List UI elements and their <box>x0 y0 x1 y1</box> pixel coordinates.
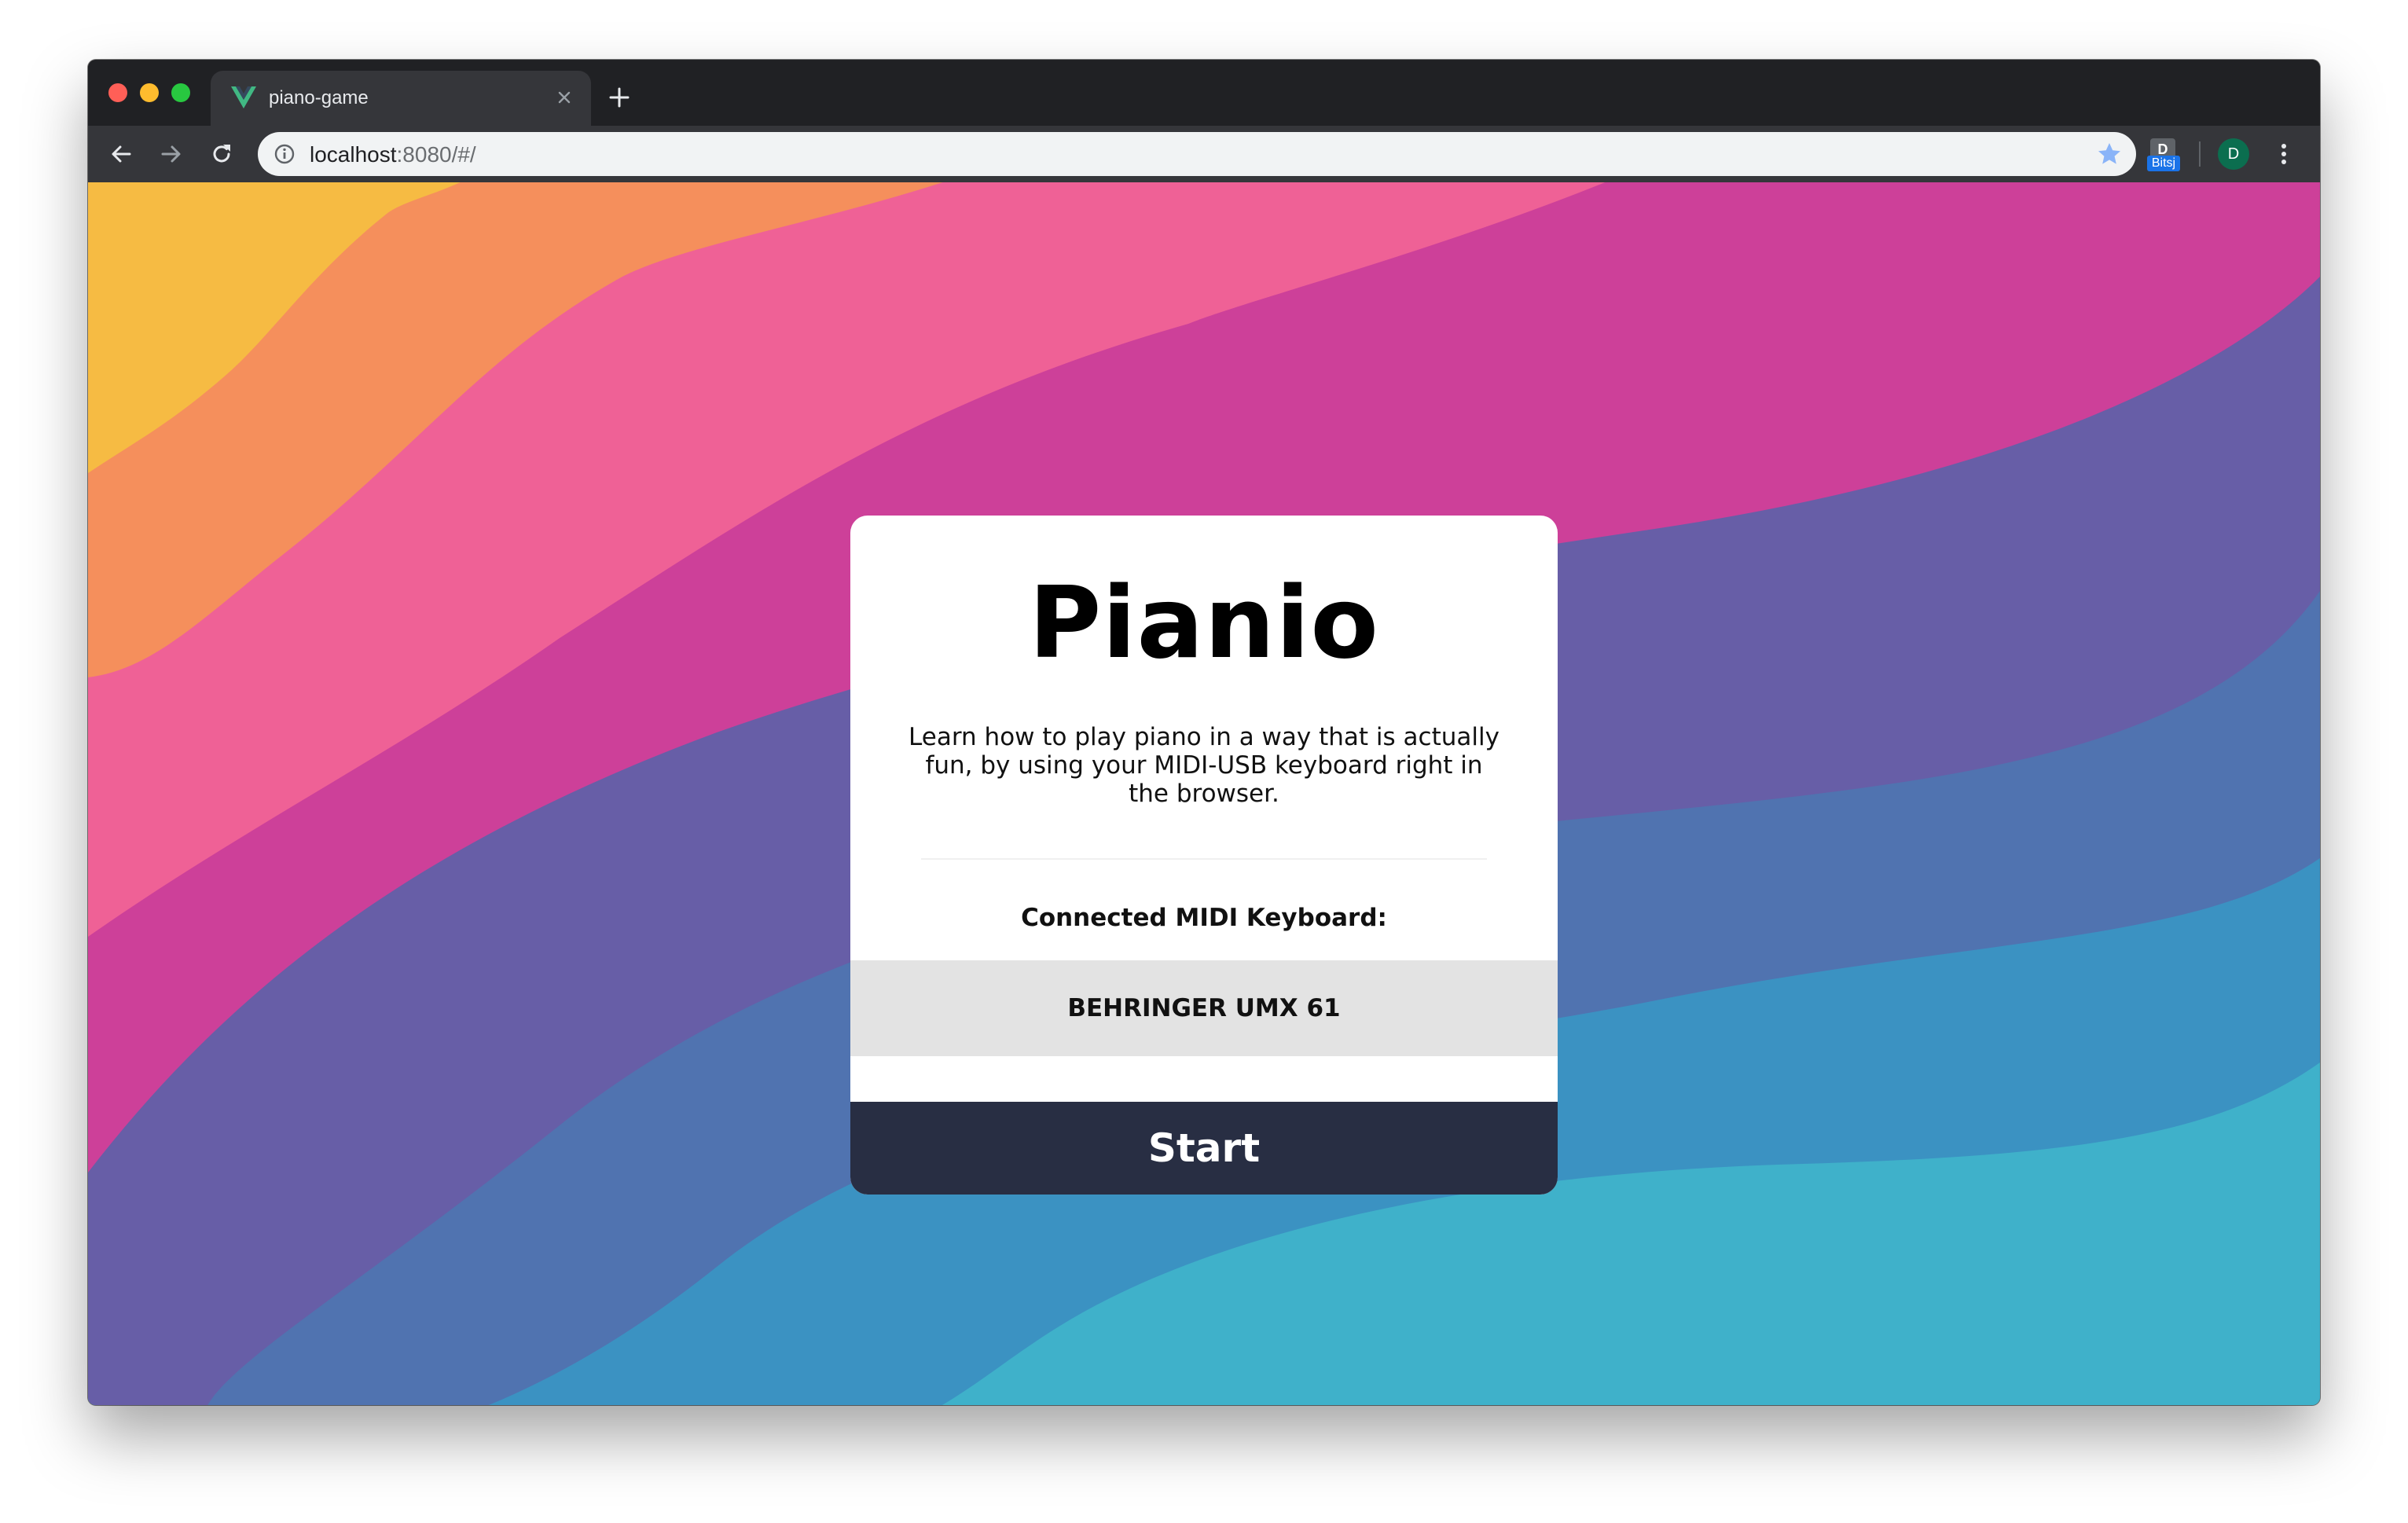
kebab-menu-icon[interactable] <box>2268 138 2300 170</box>
app-title: Pianio <box>1028 565 1379 681</box>
svg-text:D: D <box>2158 141 2168 157</box>
address-bar[interactable]: localhost:8080/#/ <box>258 132 2136 176</box>
site-info-icon[interactable] <box>273 143 295 165</box>
tab-close-icon[interactable] <box>552 85 577 110</box>
close-window-button[interactable] <box>108 83 127 102</box>
zoom-window-button[interactable] <box>171 83 190 102</box>
new-tab-plus-icon[interactable] <box>604 82 635 113</box>
welcome-card: Pianio Learn how to play piano in a way … <box>850 516 1558 1195</box>
browser-window: piano-game localhost:8080/#/ D Bitsj D P… <box>88 60 2320 1405</box>
toolbar-divider <box>2199 141 2201 167</box>
url-path: :8080/#/ <box>396 142 476 167</box>
midi-keyboard-label: Connected MIDI Keyboard: <box>1021 904 1387 932</box>
url-text[interactable]: localhost:8080/#/ <box>310 142 476 167</box>
minimize-window-button[interactable] <box>140 83 159 102</box>
vue-logo-icon <box>231 86 256 108</box>
tab-title: piano-game <box>269 87 369 108</box>
card-divider <box>921 858 1487 860</box>
app-description: Learn how to play piano in a way that is… <box>909 723 1499 808</box>
browser-toolbar: localhost:8080/#/ D Bitsj D <box>88 126 2320 182</box>
bookmark-star-icon[interactable] <box>2097 141 2122 167</box>
profile-avatar[interactable]: D <box>2218 138 2249 170</box>
browser-tab-active[interactable]: piano-game <box>211 71 591 126</box>
tab-strip: piano-game <box>88 60 2320 126</box>
screenshot-stage: piano-game localhost:8080/#/ D Bitsj D P… <box>0 0 2408 1523</box>
extension-badge: Bitsj <box>2147 156 2180 171</box>
url-host: localhost <box>310 142 397 167</box>
start-button[interactable]: Start <box>850 1102 1558 1195</box>
midi-device-name: BEHRINGER UMX 61 <box>850 960 1558 1056</box>
page-viewport: Pianio Learn how to play piano in a way … <box>88 182 2320 1405</box>
forward-arrow-icon[interactable] <box>154 137 189 171</box>
reload-icon[interactable] <box>204 137 239 171</box>
back-arrow-icon[interactable] <box>104 137 138 171</box>
